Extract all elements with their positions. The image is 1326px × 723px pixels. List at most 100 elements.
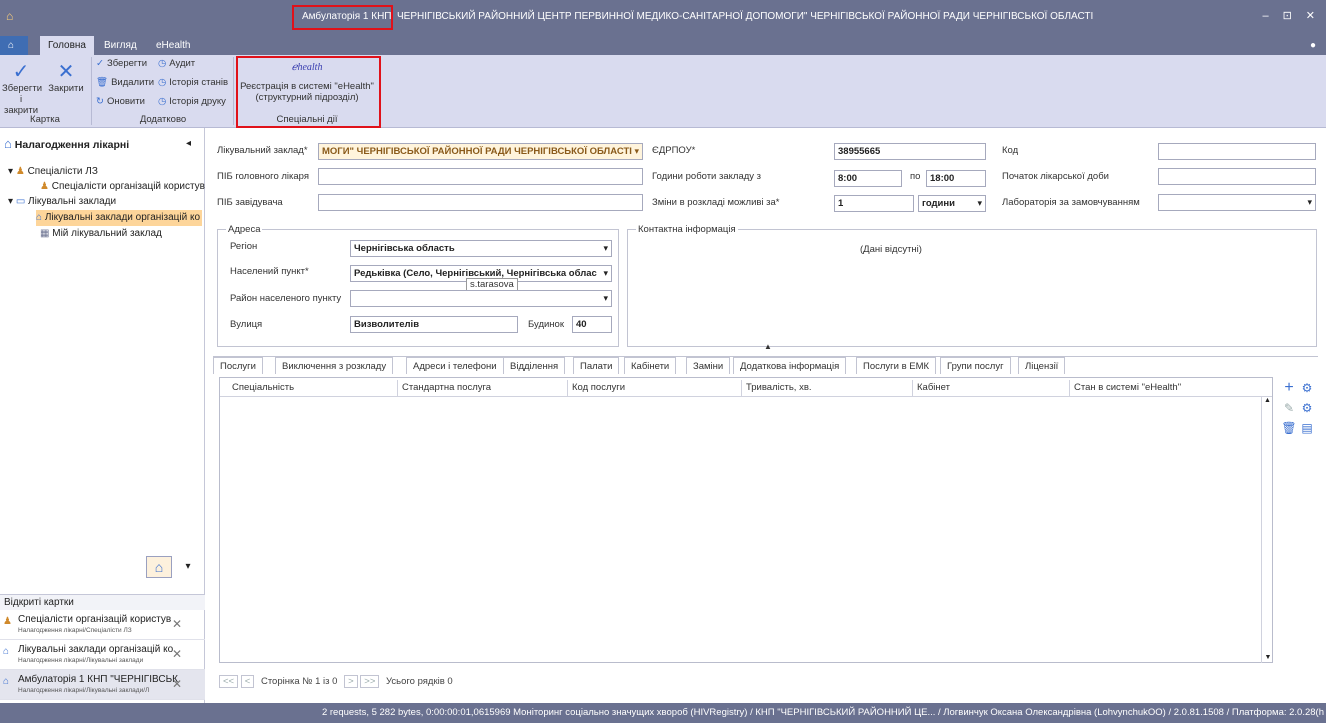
tab-licenses[interactable]: Ліцензії: [1018, 357, 1066, 374]
tab-service-groups[interactable]: Групи послуг: [940, 357, 1011, 374]
tab-emk-services[interactable]: Послуги в ЕМК: [856, 357, 937, 374]
tab-ehealth[interactable]: eHealth: [148, 36, 198, 55]
contact-group: Контактна інформація: [627, 224, 1317, 347]
refresh-button[interactable]: ↻ Оновити: [96, 95, 145, 109]
ribbon-tabs: ⌂ Головна Вигляд eHealth ●: [0, 33, 1326, 55]
export-icon[interactable]: ▤: [1299, 420, 1315, 436]
close-button[interactable]: ✕ Закрити: [46, 61, 86, 94]
users-icon: ♟: [40, 181, 49, 192]
hours-from-field[interactable]: 8:00: [834, 170, 902, 187]
column-header[interactable]: Стан в системі "eHealth": [1070, 380, 1260, 396]
locality-label: Населений пункт*: [230, 266, 309, 277]
tab-view[interactable]: Вигляд: [96, 36, 145, 55]
close-window-button[interactable]: ✕: [1306, 10, 1315, 22]
daystart-field[interactable]: [1158, 168, 1316, 185]
house-icon: ⌂: [8, 40, 15, 51]
nav-dropdown-button[interactable]: ▾: [180, 556, 196, 578]
state-history-button[interactable]: ◷ Історія станів: [158, 76, 228, 90]
tree-item-org-specialists[interactable]: ♟ Спеціалісти організацій користув: [40, 179, 205, 195]
column-header[interactable]: Код послуги: [568, 380, 742, 396]
hours-to-field[interactable]: 18:00: [926, 170, 986, 187]
column-header[interactable]: Стандартна послуга: [398, 380, 568, 396]
tree-node-facilities[interactable]: ▾ ▭ Лікувальні заклади: [8, 194, 116, 210]
splitter-arrow-icon[interactable]: ▲: [764, 342, 772, 351]
tab-home[interactable]: Головна: [40, 36, 94, 55]
minimize-button[interactable]: –: [1262, 10, 1268, 22]
shift-field[interactable]: 1: [834, 195, 914, 212]
grid-scrollbar[interactable]: ▲ ▼: [1261, 397, 1273, 663]
scroll-down-icon[interactable]: ▼: [1262, 654, 1274, 661]
save-close-label: Зберегти і закрити: [2, 83, 43, 116]
head-field[interactable]: [318, 194, 643, 211]
app-home-icon[interactable]: ⌂: [6, 0, 13, 33]
close-card-icon[interactable]: ✕: [172, 617, 182, 631]
code-field[interactable]: [1158, 143, 1316, 160]
scroll-up-icon[interactable]: ▲: [1262, 397, 1273, 404]
tab-addresses[interactable]: Адреси і телефони: [406, 357, 504, 374]
hospital-icon: ⌂: [3, 646, 10, 657]
settings-icon[interactable]: ⚙: [1299, 400, 1315, 416]
tab-wards[interactable]: Палати: [573, 357, 620, 374]
settings-icon[interactable]: ⚙: [1299, 380, 1315, 396]
save-button[interactable]: ✓ Зберегти: [96, 57, 147, 71]
nav-hospital-button[interactable]: ⌂: [146, 556, 172, 578]
tab-substitutions[interactable]: Заміни: [686, 357, 731, 374]
tab-services[interactable]: Послуги: [213, 357, 263, 374]
ribbon-collapse-icon[interactable]: ●: [1302, 36, 1324, 55]
print-history-label: Історія друку: [169, 96, 226, 107]
edrpou-field[interactable]: 38955665: [834, 143, 986, 160]
app-menu-button[interactable]: ⌂: [0, 36, 28, 55]
column-header[interactable]: Тривалість, хв.: [742, 380, 913, 396]
head-label: ПІБ завідувача: [217, 197, 283, 208]
prev-page-button[interactable]: <: [240, 675, 255, 688]
highlight-box: [292, 5, 393, 30]
tab-exclusions[interactable]: Виключення з розкладу: [275, 357, 394, 374]
next-page-button[interactable]: >: [344, 675, 358, 688]
column-header[interactable]: Спеціальність: [228, 380, 398, 396]
tree-item-org-facilities[interactable]: ⌂ Лікувальні заклади організацій ко: [36, 210, 202, 226]
tab-additional-info[interactable]: Додаткова інформація: [733, 357, 847, 374]
edit-icon[interactable]: ✎: [1281, 400, 1297, 416]
collapse-pane-button[interactable]: ◂: [186, 136, 191, 152]
building-field[interactable]: 40: [572, 316, 612, 333]
save-label: Зберегти: [106, 58, 148, 69]
trash-icon[interactable]: 🗑: [1281, 420, 1297, 436]
facility-select[interactable]: МОГИ" ЧЕРНІГІВСЬКОЇ РАЙОННОЇ РАДИ ЧЕРНІГ…: [318, 143, 643, 160]
check-small-icon: ✓: [96, 58, 104, 69]
region-select[interactable]: Чернігівська область: [350, 240, 612, 257]
lab-label: Лабораторія за замовчуванням: [1002, 197, 1140, 208]
hours-to-label: по: [910, 171, 921, 182]
audit-button[interactable]: ◷ Аудит: [158, 57, 195, 71]
header-divider: [220, 396, 1272, 397]
district-select[interactable]: [350, 290, 612, 307]
daystart-label: Початок лікарської доби: [1002, 171, 1109, 182]
pager: << < Сторінка № 1 із 0 > >> Усього рядкі…: [219, 674, 453, 690]
first-page-button[interactable]: <<: [219, 675, 239, 688]
delete-button[interactable]: 🗑 Видалити: [96, 76, 154, 90]
open-card[interactable]: ♟ Спеціалісти організацій користув Налаг…: [0, 610, 205, 640]
tree-item-my-facility[interactable]: ▦ Мій лікувальний заклад: [40, 226, 162, 242]
maximize-button[interactable]: ⊡: [1283, 10, 1292, 22]
shift-unit-select[interactable]: години: [918, 195, 986, 212]
close-card-icon[interactable]: ✕: [172, 677, 182, 691]
street-field[interactable]: Визволителів: [350, 316, 518, 333]
close-card-icon[interactable]: ✕: [172, 647, 182, 661]
lab-select[interactable]: [1158, 194, 1316, 211]
column-header[interactable]: Кабінет: [913, 380, 1070, 396]
check-icon: ✓: [12, 61, 30, 83]
tab-departments[interactable]: Відділення: [503, 357, 566, 374]
print-history-button[interactable]: ◷ Історія друку: [158, 95, 226, 109]
tree-node-specialists[interactable]: ▾ ♟ Спеціалісти ЛЗ: [8, 164, 98, 180]
chief-field[interactable]: [318, 168, 643, 185]
status-bar: 2 requests, 5 282 bytes, 0:00:00:01,0615…: [0, 703, 1326, 723]
open-cards-header: Відкриті картки: [0, 594, 205, 610]
tab-rooms[interactable]: Кабінети: [624, 357, 677, 374]
last-page-button[interactable]: >>: [360, 675, 380, 688]
save-close-button[interactable]: ✓ Зберегти і закрити: [2, 61, 43, 116]
add-icon[interactable]: +: [1281, 380, 1297, 396]
ribbon: ✓ Зберегти і закрити ✕ Закрити Картка ✓ З…: [0, 55, 1326, 128]
open-card-active[interactable]: ⌂ Амбулаторія 1 КНП "ЧЕРНІГІВСЬК Налагод…: [0, 670, 205, 700]
open-card[interactable]: ⌂ Лікувальні заклади організацій ко Нала…: [0, 640, 205, 670]
clock-icon: ◷: [158, 77, 167, 88]
hospital-icon: ⌂: [4, 136, 12, 151]
